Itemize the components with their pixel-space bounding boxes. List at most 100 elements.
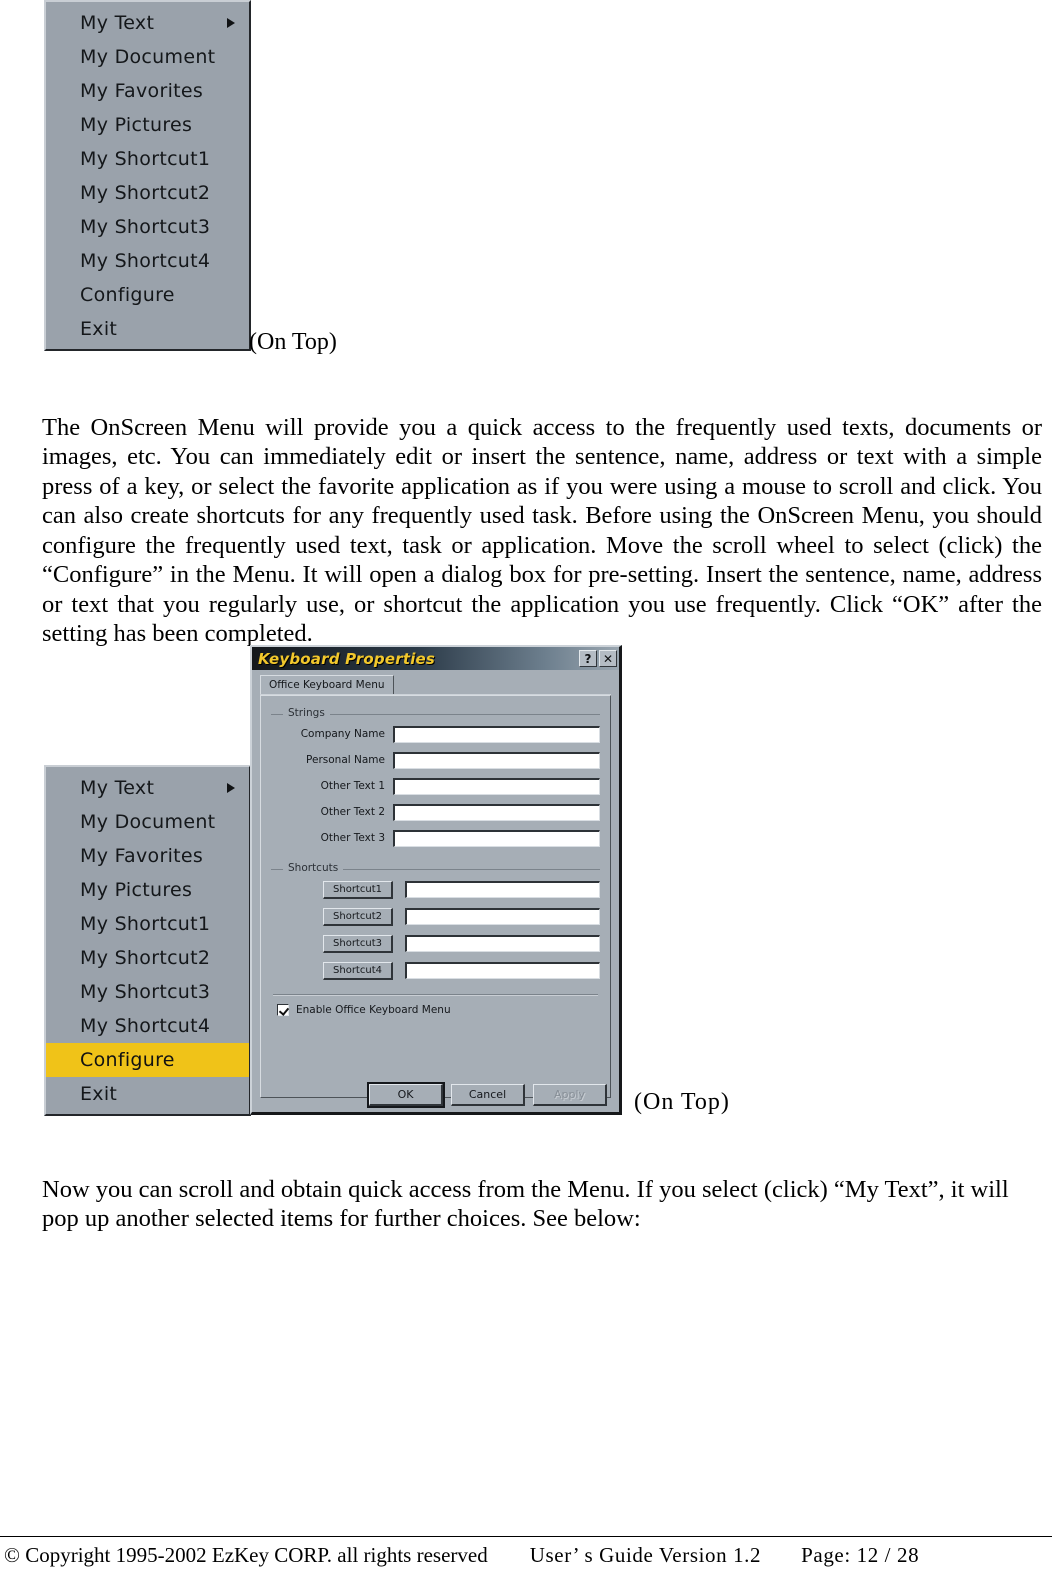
apply-button: Apply bbox=[533, 1084, 607, 1106]
submenu-arrow-icon bbox=[227, 783, 235, 793]
paragraph-my-text-submenu: Now you can scroll and obtain quick acce… bbox=[42, 1175, 1009, 1233]
shortcuts-groupbox: Shortcuts Shortcut1 Shortcut2 Shortcut3 … bbox=[271, 862, 600, 980]
menu-item-label: My Shortcut3 bbox=[80, 216, 211, 238]
enable-office-keyboard-menu-label: Enable Office Keyboard Menu bbox=[296, 1004, 451, 1016]
menu-item-my-shortcut2[interactable]: My Shortcut2 bbox=[46, 176, 249, 210]
dialog-tab-pane: Strings Company Name Personal Name Other… bbox=[260, 695, 611, 1098]
shortcut4-button[interactable]: Shortcut4 bbox=[323, 961, 393, 980]
menu-item-my-document[interactable]: My Document bbox=[46, 805, 249, 839]
menu-item-my-shortcut2[interactable]: My Shortcut2 bbox=[46, 941, 249, 975]
menu-item-label: My Favorites bbox=[80, 845, 204, 867]
footer-copyright: © Copyright 1995-2002 EzKey CORP. all ri… bbox=[4, 1543, 488, 1567]
onscreen-menu-top-items: My Text My Document My Favorites My Pict… bbox=[46, 2, 249, 350]
menu-item-label: My Pictures bbox=[80, 114, 193, 136]
onscreen-menu-top[interactable]: My Text My Document My Favorites My Pict… bbox=[44, 0, 251, 351]
menu-item-label: Configure bbox=[80, 1049, 175, 1071]
menu-item-my-text[interactable]: My Text bbox=[46, 771, 249, 805]
menu-item-label: My Shortcut2 bbox=[80, 182, 211, 204]
menu-item-my-shortcut4[interactable]: My Shortcut4 bbox=[46, 1009, 249, 1043]
menu-item-label: Exit bbox=[80, 1083, 118, 1105]
field-row-personal-name: Personal Name bbox=[271, 751, 600, 769]
footer-line: © Copyright 1995-2002 EzKey CORP. all ri… bbox=[0, 1543, 1052, 1568]
menu-item-label: My Text bbox=[80, 12, 155, 34]
other-text-2-label: Other Text 2 bbox=[320, 806, 385, 818]
on-top-caption-1: (On Top) bbox=[249, 329, 337, 355]
menu-item-exit[interactable]: Exit bbox=[46, 1077, 249, 1111]
personal-name-input[interactable] bbox=[393, 751, 600, 769]
enable-office-keyboard-menu-row[interactable]: Enable Office Keyboard Menu bbox=[271, 1004, 600, 1016]
dialog-button-bar: OK Cancel Apply bbox=[252, 1082, 619, 1108]
field-row-company-name: Company Name bbox=[271, 725, 600, 743]
shortcut3-input[interactable] bbox=[405, 935, 600, 952]
menu-item-label: My Shortcut4 bbox=[80, 1015, 211, 1037]
menu-item-label: My Document bbox=[80, 46, 216, 68]
personal-name-label: Personal Name bbox=[306, 754, 385, 766]
menu-item-label: My Shortcut1 bbox=[80, 148, 211, 170]
shortcut-row-1: Shortcut1 bbox=[271, 880, 600, 899]
menu-item-my-favorites[interactable]: My Favorites bbox=[46, 839, 249, 873]
company-name-input[interactable] bbox=[393, 725, 600, 743]
dialog-titlebar[interactable]: Keyboard Properties ? ✕ bbox=[252, 647, 619, 670]
menu-item-my-shortcut4[interactable]: My Shortcut4 bbox=[46, 244, 249, 278]
company-name-label: Company Name bbox=[300, 728, 385, 740]
menu-item-my-text[interactable]: My Text bbox=[46, 6, 249, 40]
other-text-3-input[interactable] bbox=[393, 829, 600, 847]
shortcut-row-3: Shortcut3 bbox=[271, 934, 600, 953]
dialog-title: Keyboard Properties bbox=[258, 649, 436, 668]
onscreen-menu-configure-items: My Text My Document My Favorites My Pict… bbox=[46, 767, 249, 1115]
menu-item-label: Configure bbox=[80, 284, 175, 306]
menu-item-label: My Text bbox=[80, 777, 155, 799]
ok-button[interactable]: OK bbox=[367, 1082, 445, 1108]
shortcut2-input[interactable] bbox=[405, 908, 600, 925]
paragraph-onscreen-menu-description: The OnScreen Menu will provide you a qui… bbox=[42, 413, 1042, 648]
strings-group-label: Strings bbox=[283, 707, 330, 719]
menu-item-configure[interactable]: Configure bbox=[46, 278, 249, 312]
menu-item-label: My Document bbox=[80, 811, 216, 833]
cancel-button[interactable]: Cancel bbox=[451, 1084, 525, 1106]
dialog-tabstrip: Office Keyboard Menu bbox=[260, 675, 611, 695]
shortcut1-button[interactable]: Shortcut1 bbox=[323, 880, 393, 899]
menu-item-label: My Shortcut2 bbox=[80, 947, 211, 969]
other-text-2-input[interactable] bbox=[393, 803, 600, 821]
menu-item-label: Exit bbox=[80, 318, 118, 340]
other-text-1-input[interactable] bbox=[393, 777, 600, 795]
shortcut4-input[interactable] bbox=[405, 962, 600, 979]
field-row-other-text-2: Other Text 2 bbox=[271, 803, 600, 821]
menu-item-my-document[interactable]: My Document bbox=[46, 40, 249, 74]
menu-item-label: My Shortcut4 bbox=[80, 250, 211, 272]
other-text-3-label: Other Text 3 bbox=[320, 832, 385, 844]
close-icon[interactable]: ✕ bbox=[599, 650, 617, 667]
keyboard-properties-dialog[interactable]: Keyboard Properties ? ✕ Office Keyboard … bbox=[250, 645, 622, 1115]
menu-item-my-pictures[interactable]: My Pictures bbox=[46, 108, 249, 142]
menu-item-label: My Shortcut1 bbox=[80, 913, 211, 935]
help-button[interactable]: ? bbox=[579, 650, 597, 667]
menu-item-my-shortcut1[interactable]: My Shortcut1 bbox=[46, 907, 249, 941]
enable-office-keyboard-menu-checkbox[interactable] bbox=[277, 1004, 289, 1016]
menu-item-label: My Favorites bbox=[80, 80, 204, 102]
footer-guide-version: User’ s Guide Version 1.2 bbox=[529, 1543, 762, 1567]
shortcut3-button[interactable]: Shortcut3 bbox=[323, 934, 393, 953]
menu-item-exit[interactable]: Exit bbox=[46, 312, 249, 346]
page-footer: © Copyright 1995-2002 EzKey CORP. all ri… bbox=[0, 1536, 1052, 1568]
shortcut-row-4: Shortcut4 bbox=[271, 961, 600, 980]
menu-item-my-shortcut1[interactable]: My Shortcut1 bbox=[46, 142, 249, 176]
menu-item-configure-highlighted[interactable]: Configure bbox=[46, 1043, 249, 1077]
menu-item-label: My Shortcut3 bbox=[80, 981, 211, 1003]
field-row-other-text-1: Other Text 1 bbox=[271, 777, 600, 795]
other-text-1-label: Other Text 1 bbox=[320, 780, 385, 792]
footer-page-number: Page: 12 / 28 bbox=[801, 1543, 920, 1567]
menu-item-my-favorites[interactable]: My Favorites bbox=[46, 74, 249, 108]
field-row-other-text-3: Other Text 3 bbox=[271, 829, 600, 847]
tab-office-keyboard-menu[interactable]: Office Keyboard Menu bbox=[260, 675, 394, 694]
divider bbox=[273, 994, 598, 996]
onscreen-menu-configure-selected[interactable]: My Text My Document My Favorites My Pict… bbox=[44, 765, 251, 1116]
shortcuts-group-label: Shortcuts bbox=[283, 862, 344, 874]
menu-item-my-shortcut3[interactable]: My Shortcut3 bbox=[46, 975, 249, 1009]
shortcut-row-2: Shortcut2 bbox=[271, 907, 600, 926]
strings-groupbox: Strings Company Name Personal Name Other… bbox=[271, 707, 600, 847]
menu-item-label: My Pictures bbox=[80, 879, 193, 901]
menu-item-my-shortcut3[interactable]: My Shortcut3 bbox=[46, 210, 249, 244]
shortcut1-input[interactable] bbox=[405, 881, 600, 898]
shortcut2-button[interactable]: Shortcut2 bbox=[323, 907, 393, 926]
menu-item-my-pictures[interactable]: My Pictures bbox=[46, 873, 249, 907]
